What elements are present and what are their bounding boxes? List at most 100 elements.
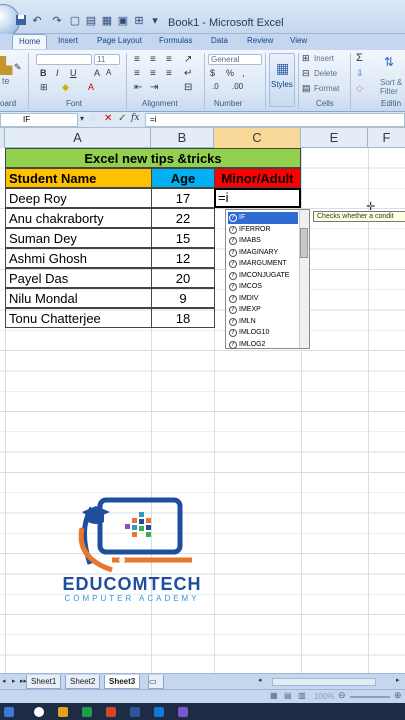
- format-painter-icon[interactable]: ✎: [14, 62, 22, 73]
- format-cells-icon[interactable]: ▤: [302, 83, 311, 94]
- scroll-left-icon[interactable]: ◂: [258, 676, 262, 684]
- insert-sheet-icon[interactable]: ▭: [148, 675, 164, 689]
- format-cells-label[interactable]: Format: [314, 84, 339, 93]
- insert-function-icon[interactable]: fx: [131, 113, 139, 123]
- orientation-icon[interactable]: ↗: [184, 54, 192, 65]
- table-row-name[interactable]: Tonu Chatterjee: [5, 308, 152, 328]
- fill-icon[interactable]: ⇩: [356, 68, 364, 79]
- sheet-tab-sheet3[interactable]: Sheet3: [104, 675, 141, 689]
- merge-center-icon[interactable]: ⊟: [184, 82, 192, 93]
- delete-cells-label[interactable]: Delete: [314, 69, 337, 78]
- increase-indent-icon[interactable]: ⇥: [150, 82, 158, 93]
- table-icon[interactable]: ⊞: [132, 14, 146, 28]
- save-icon[interactable]: [14, 14, 28, 28]
- header-minor-adult[interactable]: Minor/Adult: [214, 168, 301, 188]
- redo-icon[interactable]: ↷: [50, 14, 64, 28]
- align-center-icon[interactable]: ≡: [150, 68, 156, 79]
- column-header-b[interactable]: B: [151, 128, 214, 148]
- currency-icon[interactable]: $: [210, 68, 215, 78]
- list-item[interactable]: f IMDIV: [228, 293, 298, 305]
- tab-home[interactable]: Home: [12, 34, 48, 49]
- zoom-slider[interactable]: [350, 696, 390, 698]
- tab-data[interactable]: Data: [211, 36, 228, 45]
- align-top-icon[interactable]: ≡: [134, 54, 140, 65]
- insert-cells-label[interactable]: Insert: [314, 54, 334, 63]
- word-taskbar-icon[interactable]: [130, 707, 140, 717]
- borders-icon[interactable]: ⊞: [40, 82, 48, 93]
- list-item[interactable]: f IMEXP: [228, 304, 298, 316]
- table-row-age[interactable]: 9: [151, 288, 215, 308]
- function-autocomplete-list[interactable]: f IF f IFERROR f IMABS f IMAGINARY f IMARGUME…: [225, 209, 310, 349]
- table-row-name[interactable]: Ashmi Ghosh: [5, 248, 152, 268]
- next-sheet-icon[interactable]: ▸: [12, 677, 16, 685]
- tab-review[interactable]: Review: [247, 36, 273, 45]
- open-file-icon[interactable]: ▤: [84, 14, 98, 28]
- align-left-icon[interactable]: ≡: [134, 68, 140, 79]
- sheet-tab-sheet1[interactable]: Sheet1: [26, 675, 62, 689]
- list-item[interactable]: f IF: [228, 212, 298, 224]
- table-row-age[interactable]: 22: [151, 208, 215, 228]
- number-format-dropdown[interactable]: General: [208, 54, 262, 65]
- list-item[interactable]: f IMAGINARY: [228, 247, 298, 259]
- table-row-name[interactable]: Deep Roy: [5, 188, 152, 208]
- wrap-text-icon[interactable]: ↵: [184, 68, 192, 79]
- horizontal-scrollbar[interactable]: [272, 678, 376, 686]
- name-box[interactable]: IF: [0, 113, 78, 127]
- active-cell-c3[interactable]: =i: [214, 188, 301, 208]
- app-taskbar-icon[interactable]: [106, 707, 116, 717]
- header-student-name[interactable]: Student Name: [5, 168, 152, 188]
- delete-cells-icon[interactable]: ⊟: [302, 68, 310, 79]
- table-row-age[interactable]: 15: [151, 228, 215, 248]
- clear-icon[interactable]: ◇: [356, 83, 363, 94]
- header-age[interactable]: Age: [151, 168, 215, 188]
- italic-icon[interactable]: I: [56, 68, 59, 78]
- zoom-in-icon[interactable]: ⊕: [394, 690, 402, 701]
- tab-view[interactable]: View: [290, 36, 307, 45]
- list-item[interactable]: f IMCONJUGATE: [228, 270, 298, 282]
- autocomplete-scroll-thumb[interactable]: [300, 228, 308, 258]
- sort-filter-label-line1[interactable]: Sort &: [380, 78, 402, 87]
- app-taskbar-icon[interactable]: [178, 707, 188, 717]
- comma-icon[interactable]: ,: [242, 68, 245, 78]
- worksheet-grid[interactable]: Excel new tips &tricks Student Name Age …: [0, 148, 405, 673]
- list-item[interactable]: f IMARGUMENT: [228, 258, 298, 270]
- decrease-indent-icon[interactable]: ⇤: [134, 82, 142, 93]
- cancel-entry-icon[interactable]: ✕: [104, 113, 112, 124]
- column-header-c[interactable]: C: [214, 128, 301, 148]
- grow-font-icon[interactable]: A: [94, 68, 100, 78]
- shrink-font-icon[interactable]: A: [106, 68, 111, 77]
- align-bottom-icon[interactable]: ≡: [166, 54, 172, 65]
- zoom-out-icon[interactable]: ⊖: [338, 690, 346, 701]
- confirm-entry-icon[interactable]: ✓: [118, 113, 126, 124]
- bold-icon[interactable]: B: [40, 68, 47, 78]
- underline-icon[interactable]: U: [70, 68, 77, 78]
- table-row-name[interactable]: Suman Dey: [5, 228, 152, 248]
- column-header-e[interactable]: E: [301, 128, 368, 148]
- start-icon[interactable]: [4, 707, 14, 717]
- paste-icon[interactable]: ▙: [0, 56, 12, 76]
- list-item[interactable]: f IMABS: [228, 235, 298, 247]
- table-row-name[interactable]: Nilu Mondal: [5, 288, 152, 308]
- list-item[interactable]: f IFERROR: [228, 224, 298, 236]
- align-right-icon[interactable]: ≡: [166, 68, 172, 79]
- align-middle-icon[interactable]: ≡: [150, 54, 156, 65]
- name-box-dropdown-icon[interactable]: ▾: [80, 114, 84, 123]
- table-row-age[interactable]: 17: [151, 188, 215, 208]
- fill-color-icon[interactable]: ◆: [62, 82, 69, 93]
- sort-filter-icon[interactable]: ⇅: [384, 55, 394, 69]
- normal-view-icon[interactable]: ▦: [270, 691, 278, 700]
- list-item[interactable]: f IMLN: [228, 316, 298, 328]
- insert-cells-icon[interactable]: ⊞: [302, 53, 310, 64]
- customize-qat-icon[interactable]: ▾: [148, 14, 162, 28]
- tab-page-layout[interactable]: Page Layout: [97, 36, 142, 45]
- autocomplete-scrollbar[interactable]: [299, 210, 309, 348]
- styles-button[interactable]: ▦ Styles: [269, 53, 295, 107]
- page-break-view-icon[interactable]: ▥: [298, 691, 306, 700]
- list-item[interactable]: f IMCOS: [228, 281, 298, 293]
- undo-icon[interactable]: ↶: [30, 14, 44, 28]
- tab-formulas[interactable]: Formulas: [159, 36, 192, 45]
- browser-taskbar-icon[interactable]: [154, 707, 164, 717]
- page-layout-view-icon[interactable]: ▤: [284, 691, 292, 700]
- paste-label[interactable]: te: [2, 76, 10, 86]
- font-size-dropdown[interactable]: 11: [94, 54, 120, 65]
